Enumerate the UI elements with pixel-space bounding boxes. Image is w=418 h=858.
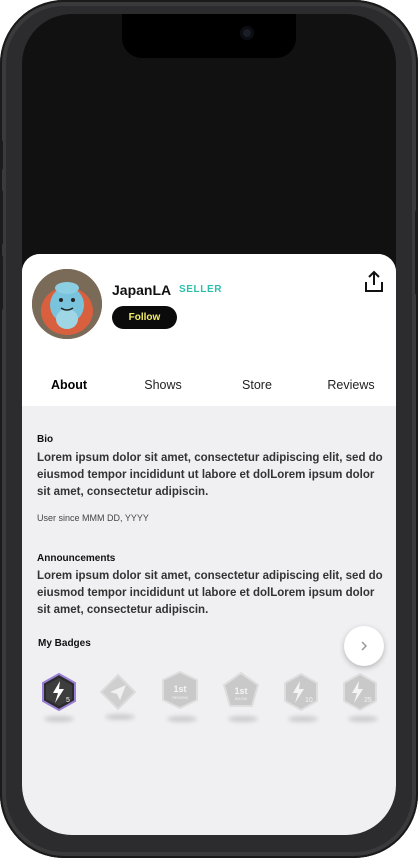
avatar[interactable] (32, 269, 102, 339)
share-button[interactable] (362, 270, 386, 294)
badge-lightning-25[interactable]: 25 (340, 672, 380, 712)
bio-text: Lorem ipsum dolor sit amet, consectetur … (37, 452, 383, 498)
first-review-icon: 1st REVIEW (162, 670, 198, 710)
seller-badge: SELLER (179, 284, 223, 295)
camera-icon (240, 26, 254, 40)
badge-sub-label: REVIEW (172, 695, 188, 700)
phone-volume-down (0, 255, 3, 310)
badge-sub-label: SHOW (235, 696, 248, 701)
badges-next-button[interactable] (344, 626, 384, 666)
badge-label: 1st (234, 686, 247, 696)
announcements-text: Lorem ipsum dolor sit amet, consectetur … (37, 570, 383, 616)
user-since: User since MMM DD, YYYY (37, 513, 149, 523)
badge-shadow (167, 716, 197, 722)
lightning-icon: 10 (284, 672, 318, 712)
paper-plane-icon (99, 673, 137, 711)
badge-first-show[interactable]: 1st SHOW (221, 670, 261, 710)
profile-name: JapanLA (112, 282, 172, 298)
badge-first-review[interactable]: 1st REVIEW (160, 670, 200, 710)
notch (122, 14, 296, 58)
bio-title: Bio (37, 434, 54, 445)
badge-paper-plane[interactable] (98, 672, 138, 712)
announcements-title: Announcements (37, 553, 116, 564)
badge-shadow (44, 716, 74, 722)
lightning-icon: 5 (42, 672, 76, 712)
badge-lightning-10[interactable]: 10 (281, 672, 321, 712)
badges-title: My Badges (38, 638, 91, 649)
badge-label: 1st (173, 684, 186, 694)
share-icon (365, 270, 383, 292)
phone-screen: JapanLA SELLER Follow About Shows Store … (22, 14, 396, 835)
follow-button[interactable]: Follow (112, 306, 177, 329)
tab-shows[interactable]: Shows (128, 378, 198, 392)
badge-label: 5 (66, 697, 70, 704)
chevron-right-icon (361, 641, 368, 651)
tab-reviews[interactable]: Reviews (316, 378, 386, 392)
first-show-icon: 1st SHOW (222, 671, 260, 707)
tab-store[interactable]: Store (222, 378, 292, 392)
phone-volume-up (0, 190, 3, 245)
avatar-plush-icon (32, 269, 102, 339)
profile-sheet: JapanLA SELLER Follow About Shows Store … (22, 254, 396, 835)
badge-label: 25 (364, 697, 372, 704)
phone-side-button (0, 140, 3, 170)
badge-shadow (288, 716, 318, 722)
badge-shadow (348, 716, 378, 722)
badge-shadow (228, 716, 258, 722)
badge-shadow (105, 714, 135, 720)
badge-label: 10 (305, 697, 313, 704)
badge-lightning-5[interactable]: 5 (39, 672, 79, 712)
lightning-icon: 25 (343, 672, 377, 712)
profile-header: JapanLA SELLER Follow About Shows Store … (22, 254, 396, 406)
profile-tabs: About Shows Store Reviews (22, 378, 396, 406)
tab-about[interactable]: About (34, 378, 104, 392)
